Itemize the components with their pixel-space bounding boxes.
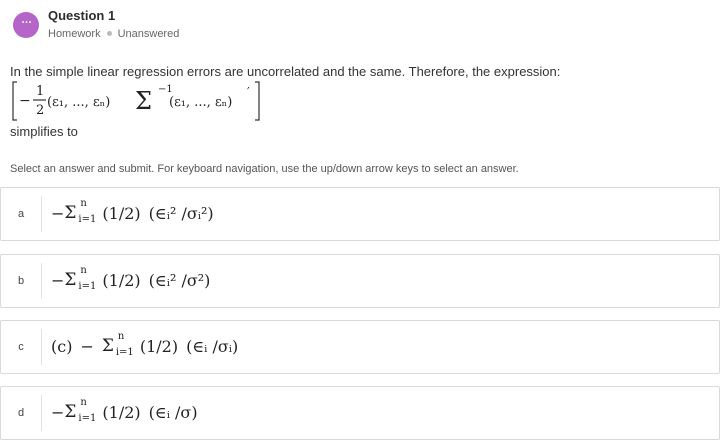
option-divider <box>41 329 42 365</box>
sum-upper: n <box>80 396 87 408</box>
expr-minus: − <box>51 403 65 422</box>
sum-lower: i=1 <box>115 346 134 358</box>
category-label: Homework <box>48 28 101 40</box>
sum-upper: n <box>80 264 87 276</box>
sum-upper: n <box>80 197 87 209</box>
answer-option-b[interactable]: b − Σn i=1 (1/2) (∈ᵢ² /σ²) <box>0 254 720 308</box>
sum-symbol: Σ <box>64 269 77 290</box>
expr-minus: − <box>51 204 65 223</box>
summation: Σn i=1 <box>64 198 97 225</box>
summation: Σn i=1 <box>64 397 97 424</box>
formula-numerator: 1 <box>36 84 44 99</box>
option-expression: (c) − Σn i=1 (1/2) (∈ᵢ /σᵢ) <box>51 331 239 358</box>
question-title: Question 1 <box>48 8 116 23</box>
formula-transpose: ′ <box>247 85 250 99</box>
sum-upper: n <box>117 330 125 342</box>
option-letter: d <box>17 407 25 419</box>
sum-symbol: Σ <box>64 401 77 422</box>
expr-minus: − <box>51 271 65 290</box>
option-letter: c <box>18 341 24 353</box>
question-formula: − 1 2 (ε₁, ..., εₙ) Σ −1 (ε₁, ..., εₙ) ′ <box>12 81 260 121</box>
expr-coef: (1/2) <box>102 204 141 223</box>
formula-inverse: −1 <box>158 84 173 95</box>
option-divider <box>41 395 42 431</box>
summation: Σn i=1 <box>101 331 134 358</box>
expr-coef: (1/2) <box>139 337 179 356</box>
expr-coef: (1/2) <box>102 271 141 290</box>
answer-option-a[interactable]: a − Σn i=1 (1/2) (∈ᵢ² /σᵢ²) <box>0 187 720 241</box>
formula-minus: − <box>19 93 31 109</box>
option-letter: b <box>17 275 25 287</box>
option-divider <box>41 196 42 232</box>
question-text: In the simple linear regression errors a… <box>10 64 561 79</box>
expr-term: (∈ᵢ² /σ²) <box>148 271 211 290</box>
formula-right-vector: (ε₁, ..., εₙ) <box>169 95 232 110</box>
answer-option-c[interactable]: c (c) − Σn i=1 (1/2) (∈ᵢ /σᵢ) <box>0 320 720 374</box>
summation: Σn i=1 <box>64 265 97 292</box>
answer-option-d[interactable]: d − Σn i=1 (1/2) (∈ᵢ /σ) <box>0 386 720 440</box>
formula-left-vector: (ε₁, ..., εₙ) <box>47 95 110 110</box>
instructions-text: Select an answer and submit. For keyboar… <box>10 163 519 175</box>
status-label: Unanswered <box>117 28 180 40</box>
expr-term: (∈ᵢ² /σᵢ²) <box>148 204 214 223</box>
expr-prefix: (c) <box>51 337 73 356</box>
expr-term: (∈ᵢ /σ) <box>148 403 198 422</box>
option-letter: a <box>17 208 25 220</box>
expr-coef: (1/2) <box>102 403 141 422</box>
sum-symbol: Σ <box>64 202 77 223</box>
option-expression: − Σn i=1 (1/2) (∈ᵢ² /σᵢ²) <box>51 198 214 225</box>
sum-lower: i=1 <box>78 412 97 424</box>
question-followup: simplifies to <box>10 124 78 139</box>
option-expression: − Σn i=1 (1/2) (∈ᵢ /σ) <box>51 397 198 424</box>
expr-term: (∈ᵢ /σᵢ) <box>186 337 239 356</box>
option-expression: − Σn i=1 (1/2) (∈ᵢ² /σ²) <box>51 265 211 292</box>
sum-lower: i=1 <box>78 213 97 225</box>
more-options-icon[interactable]: ··· <box>13 12 39 38</box>
sum-symbol: Σ <box>101 335 114 356</box>
separator-dot-icon <box>106 30 112 36</box>
option-divider <box>41 263 42 299</box>
formula-denominator: 2 <box>36 103 44 118</box>
formula-sigma: Σ <box>135 87 152 115</box>
question-meta: Homework Unanswered <box>48 28 179 40</box>
expr-minus: − <box>80 337 94 356</box>
sum-lower: i=1 <box>78 280 97 292</box>
question-header: ··· Question 1 Homework Unanswered <box>0 0 722 52</box>
